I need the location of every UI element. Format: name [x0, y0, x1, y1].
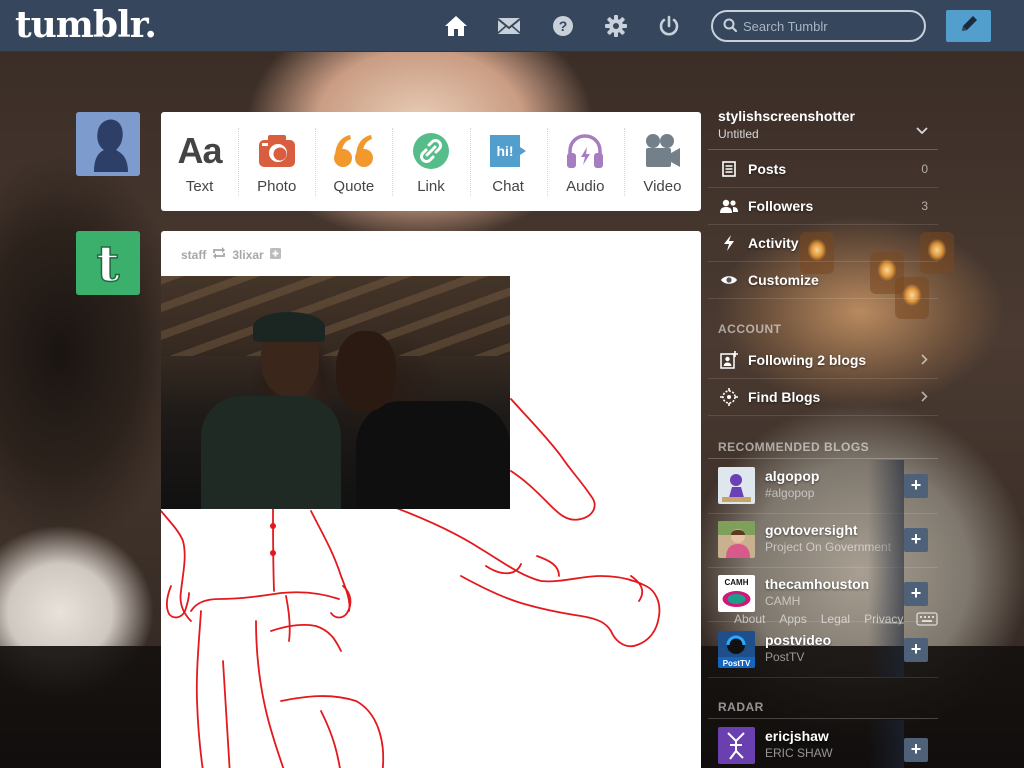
- new-text-post-button[interactable]: Aa Text: [161, 112, 238, 211]
- svg-text:CAMH: CAMH: [725, 578, 749, 587]
- sidebar-item-label: Posts: [748, 161, 787, 177]
- divider: [708, 458, 938, 459]
- chevron-down-icon[interactable]: [916, 122, 928, 140]
- blog-avatar: [718, 727, 755, 764]
- post-type-label: Audio: [566, 178, 605, 195]
- radar-heading: RADAR: [718, 700, 764, 714]
- blog-avatar: [718, 521, 755, 558]
- new-link-post-button[interactable]: Link: [392, 112, 469, 211]
- pencil-icon: [959, 14, 979, 39]
- lightning-icon: [714, 235, 744, 251]
- blog-title: Untitled: [718, 127, 759, 141]
- post-type-bar: Aa Text Photo Quote Link hi! Chat Audio: [161, 112, 701, 211]
- tumblr-staff-avatar[interactable]: t: [76, 231, 140, 295]
- blog-avatar: CAMH: [718, 575, 755, 612]
- sidebar-item-following[interactable]: Following 2 blogs: [708, 342, 938, 379]
- sidebar-item-followers[interactable]: Followers 3: [708, 188, 938, 225]
- sidebar-item-customize[interactable]: Customize: [708, 262, 938, 299]
- follow-button[interactable]: +: [904, 474, 928, 498]
- compass-icon: [714, 388, 744, 406]
- followers-count: 3: [921, 199, 928, 213]
- mail-icon[interactable]: [497, 14, 521, 38]
- sidebar-item-label: Followers: [748, 198, 814, 214]
- radar-blog[interactable]: ericjshaw ERIC SHAW +: [708, 720, 938, 768]
- recommended-blog[interactable]: algopop #algopop +: [708, 460, 938, 514]
- follow-button[interactable]: +: [904, 528, 928, 552]
- recommended-blogs-heading: RECOMMENDED BLOGS: [718, 440, 870, 454]
- sidebar-item-activity[interactable]: Activity: [708, 225, 938, 262]
- blog-name: govtoversight: [765, 522, 858, 538]
- new-chat-post-button[interactable]: hi! Chat: [469, 112, 547, 211]
- blog-avatar: [718, 467, 755, 504]
- tumblr-logo[interactable]: tumblr.: [15, 4, 157, 46]
- top-navigation-bar: tumblr. ?: [0, 0, 1024, 52]
- recommended-blog[interactable]: govtoversight Project On Government +: [708, 514, 938, 568]
- sidebar-item-label: Find Blogs: [748, 389, 821, 405]
- follow-button[interactable]: +: [904, 738, 928, 762]
- post-type-label: Chat: [492, 178, 524, 195]
- follow-button[interactable]: +: [904, 638, 928, 662]
- blog-avatar: PostTV: [718, 631, 755, 668]
- chevron-right-icon: [921, 352, 928, 368]
- svg-text:hi!: hi!: [497, 143, 514, 159]
- blog-name: ericjshaw: [765, 728, 829, 744]
- divider: [708, 718, 938, 719]
- quote-icon: [315, 130, 392, 172]
- power-icon[interactable]: [657, 14, 681, 38]
- compose-button[interactable]: [946, 10, 991, 42]
- post-type-label: Text: [185, 178, 214, 195]
- new-video-post-button[interactable]: Video: [623, 112, 701, 211]
- blog-name: postvideo: [765, 632, 832, 648]
- following-icon: [714, 351, 744, 369]
- user-avatar[interactable]: [76, 112, 140, 176]
- video-camera-icon: [624, 130, 701, 172]
- sidebar-item-label: Customize: [748, 272, 819, 288]
- link-icon: [392, 130, 469, 172]
- divider: [708, 149, 938, 150]
- search-input[interactable]: [743, 16, 918, 36]
- post-type-label: Quote: [333, 178, 375, 195]
- recommended-blog[interactable]: PostTV postvideo PostTV +: [708, 624, 938, 678]
- home-icon[interactable]: [444, 14, 468, 38]
- posts-count: 0: [921, 162, 928, 176]
- post-photo[interactable]: [161, 276, 510, 509]
- text-icon: Aa: [177, 130, 223, 171]
- blog-name: thecamhouston: [765, 576, 870, 592]
- blog-name: algopop: [765, 468, 820, 484]
- post-type-label: Photo: [257, 178, 297, 195]
- chevron-right-icon: [921, 389, 928, 405]
- headphones-icon: [547, 130, 624, 172]
- new-photo-post-button[interactable]: Photo: [238, 112, 315, 211]
- chat-icon: hi!: [470, 130, 547, 172]
- eye-icon: [714, 274, 744, 286]
- sidebar-item-find-blogs[interactable]: Find Blogs: [708, 379, 938, 416]
- new-quote-post-button[interactable]: Quote: [315, 112, 392, 211]
- post-type-label: Video: [643, 178, 682, 195]
- post-type-label: Link: [417, 178, 445, 195]
- svg-text:?: ?: [559, 18, 568, 34]
- posts-icon: [714, 161, 744, 177]
- search-box: [711, 10, 926, 42]
- camera-icon: [238, 130, 315, 172]
- new-audio-post-button[interactable]: Audio: [546, 112, 624, 211]
- blog-name[interactable]: stylishscreenshotter: [718, 108, 855, 124]
- sidebar-item-posts[interactable]: Posts 0: [708, 151, 938, 188]
- gear-icon[interactable]: [604, 14, 628, 38]
- help-icon[interactable]: ?: [551, 14, 575, 38]
- search-icon: [723, 18, 738, 37]
- sidebar-item-label: Following 2 blogs: [748, 352, 867, 368]
- sidebar-item-label: Activity: [748, 235, 799, 251]
- followers-icon: [714, 199, 744, 213]
- dashboard-post: staff 3lixar: [161, 231, 701, 768]
- account-heading: ACCOUNT: [718, 322, 782, 336]
- svg-text:t: t: [96, 234, 119, 293]
- svg-text:PostTV: PostTV: [723, 659, 751, 668]
- follow-button[interactable]: +: [904, 582, 928, 606]
